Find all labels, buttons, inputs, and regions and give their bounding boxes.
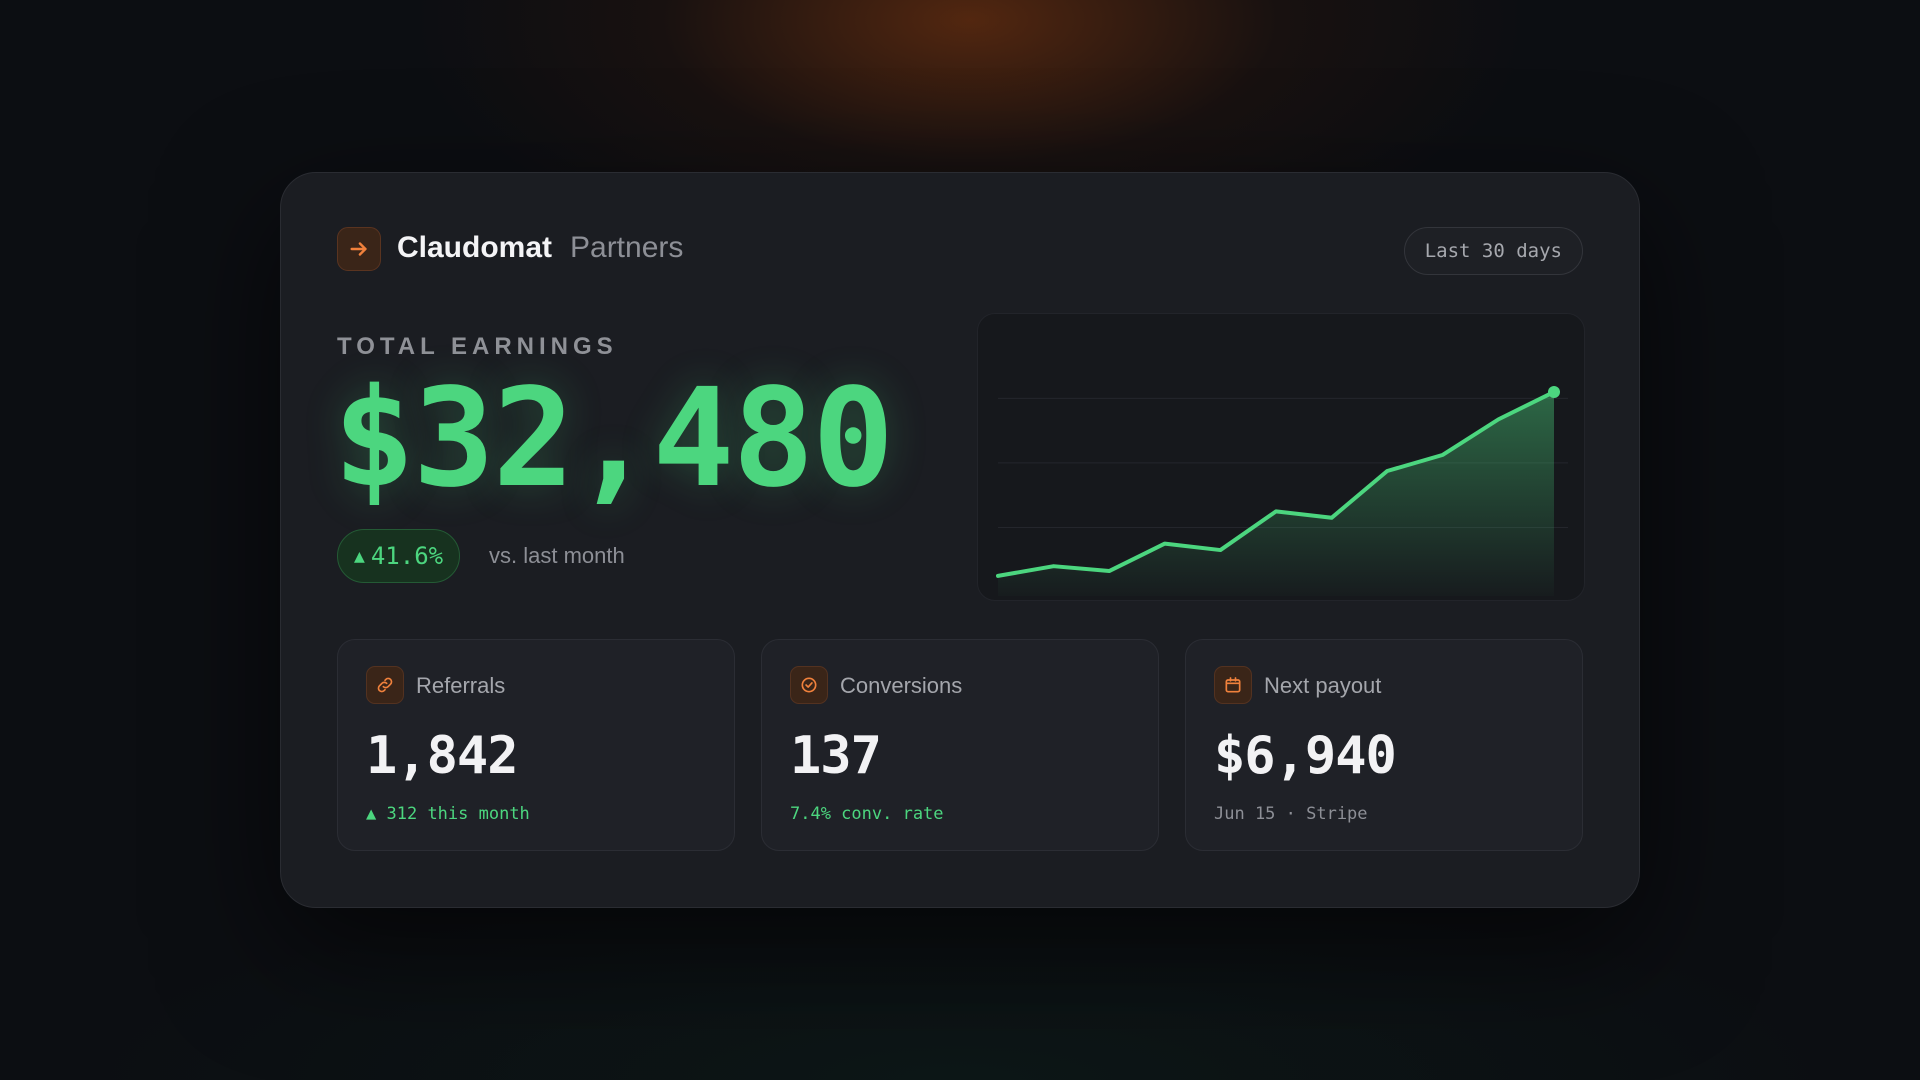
stat-value: 137 [790, 726, 882, 786]
stat-value: 1,842 [366, 726, 519, 786]
up-arrow-icon: ▲ [366, 804, 377, 824]
brand-section: Partners [570, 231, 684, 264]
stat-subtext: Jun 15 · Stripe [1214, 804, 1368, 824]
card-header: Claudomat Partners Last 30 days [337, 227, 1583, 275]
up-arrow-icon: ▲ [354, 545, 365, 567]
earnings-card: Claudomat Partners Last 30 days TOTAL EA… [280, 172, 1640, 908]
date-range-selector[interactable]: Last 30 days [1403, 227, 1583, 275]
stat-title: Conversions [840, 673, 963, 698]
earnings-chart-svg [996, 385, 1568, 596]
stat-subtext: ▲ 312 this month [366, 804, 530, 824]
earnings-delta-badge: ▲ 41.6% [337, 529, 461, 583]
calendar-icon [1214, 666, 1252, 704]
stat-card-referrals: Referrals 1,842 ▲ 312 this month [337, 639, 735, 851]
earnings-delta-note: vs. last month [489, 543, 625, 568]
chart-area-fill [998, 391, 1554, 596]
total-earnings-value: $32,480 [333, 360, 894, 518]
stat-value: $6,940 [1214, 726, 1397, 786]
chart-latest-point [1548, 385, 1560, 398]
stat-title: Next payout [1264, 673, 1382, 698]
earnings-chart [977, 313, 1585, 601]
brand-name: Claudomat [397, 231, 553, 264]
stat-title: Referrals [416, 673, 506, 698]
stat-card-conversions: Conversions 137 7.4% conv. rate [761, 639, 1159, 851]
stat-subtext: 7.4% conv. rate [790, 804, 944, 824]
arrow-right-icon [337, 227, 381, 271]
stat-subtext-value: 312 this month [386, 804, 530, 824]
total-earnings-label: TOTAL EARNINGS [337, 333, 618, 360]
earnings-delta-value: 41.6% [370, 542, 444, 570]
check-circle-icon [790, 666, 828, 704]
link-icon [366, 666, 404, 704]
stat-card-next-payout: Next payout $6,940 Jun 15 · Stripe [1185, 639, 1583, 851]
